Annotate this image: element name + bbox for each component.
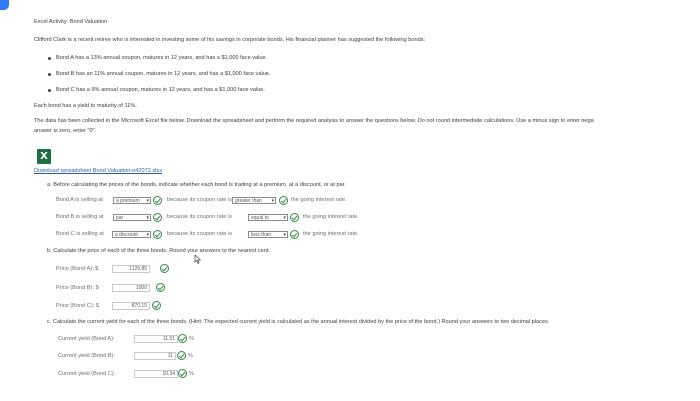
price-bond-c-label: Price (Bond C): $ bbox=[56, 303, 99, 309]
check-icon bbox=[177, 351, 186, 360]
yield-bond-b-label: Current yield (Bond B): bbox=[58, 353, 115, 359]
percent-unit: % bbox=[189, 371, 194, 377]
check-icon bbox=[290, 230, 299, 239]
yield-bond-a-label: Current yield (Bond A): bbox=[58, 336, 115, 342]
check-icon bbox=[160, 264, 169, 273]
bullet-icon bbox=[48, 73, 51, 76]
bullet-icon bbox=[48, 89, 51, 92]
part-a-question: a. Before calculating the prices of the … bbox=[47, 182, 346, 188]
mouse-cursor-icon bbox=[194, 255, 202, 264]
price-bond-a-label: Price (Bond A): $ bbox=[56, 266, 99, 272]
bond-a-compare-select[interactable]: greater than ▾ bbox=[232, 197, 276, 204]
yield-bond-c-label: Current yield (Bond C): bbox=[58, 371, 116, 377]
bond-b-mid: because its coupon rate is bbox=[167, 214, 232, 220]
bond-b-status-select[interactable]: par ▾ bbox=[113, 214, 151, 221]
bond-b-suffix: the going interest rate. bbox=[303, 214, 359, 220]
bond-c-compare-select[interactable]: less than ▾ bbox=[248, 231, 288, 238]
check-icon bbox=[153, 196, 162, 205]
bond-b-compare-select[interactable]: equal to ▾ bbox=[248, 214, 288, 221]
bond-c-suffix: the going interest rate. bbox=[303, 231, 359, 237]
percent-unit: % bbox=[188, 353, 193, 359]
bond-c-prefix: Bond C is selling at bbox=[56, 231, 104, 237]
check-icon bbox=[178, 334, 187, 343]
bullet-icon bbox=[48, 57, 51, 60]
yield-bond-a-input[interactable]: 11.51 bbox=[134, 335, 178, 343]
bond-b-description: Bond B has an 11% annual coupon, matures… bbox=[56, 71, 271, 77]
data-instructions: The data has been collected in the Micro… bbox=[34, 118, 594, 124]
question-number-badge bbox=[0, 0, 9, 10]
check-icon bbox=[153, 230, 162, 239]
check-icon bbox=[178, 369, 187, 378]
bond-b-prefix: Bond B is selling at bbox=[56, 214, 104, 220]
check-icon bbox=[153, 213, 162, 222]
price-bond-b-label: Price (Bond B): $ bbox=[56, 285, 99, 291]
check-icon bbox=[152, 301, 161, 310]
part-b-question: b. Calculate the price of each of the th… bbox=[47, 248, 270, 254]
bond-a-description: Bond A has a 13% annual coupon, matures … bbox=[56, 55, 268, 61]
excel-icon[interactable]: X bbox=[37, 149, 51, 164]
bond-a-suffix: the going interest rate. bbox=[291, 197, 347, 203]
part-c-question: c. Calculate the current yield for each … bbox=[47, 319, 550, 325]
ytm-text: Each bond has a yield to maturity of 11%… bbox=[34, 103, 137, 109]
bond-c-status-select[interactable]: a discount ▾ bbox=[112, 231, 151, 238]
bond-a-mid: because its coupon rate is bbox=[167, 197, 232, 203]
bond-c-mid: because its coupon rate is bbox=[167, 231, 232, 237]
page-title: Excel Activity: Bond Valuation bbox=[34, 19, 108, 25]
check-icon bbox=[156, 283, 165, 292]
bond-a-prefix: Bond A is selling at bbox=[56, 197, 103, 203]
price-bond-b-input[interactable]: 1000 bbox=[112, 284, 150, 292]
bond-a-status-select[interactable]: a premium ▾ bbox=[113, 197, 151, 204]
yield-bond-b-input[interactable]: 11 bbox=[134, 352, 176, 360]
check-icon bbox=[290, 213, 299, 222]
yield-bond-c-input[interactable]: 10.34 bbox=[134, 370, 178, 378]
data-instructions-cont: answer is zero, enter "0". bbox=[34, 128, 97, 134]
price-bond-c-input[interactable]: 870.15 bbox=[112, 302, 150, 310]
download-spreadsheet-link[interactable]: Download spreadsheet Bond Valuation-e420… bbox=[34, 168, 162, 175]
check-icon bbox=[279, 196, 288, 205]
price-bond-a-input[interactable]: 1129.85 bbox=[112, 265, 150, 273]
intro-text: Clifford Clark is a recent retiree who i… bbox=[34, 37, 426, 43]
bond-c-description: Bond C has a 9% annual coupon, matures i… bbox=[56, 87, 265, 93]
percent-unit: % bbox=[189, 336, 194, 342]
